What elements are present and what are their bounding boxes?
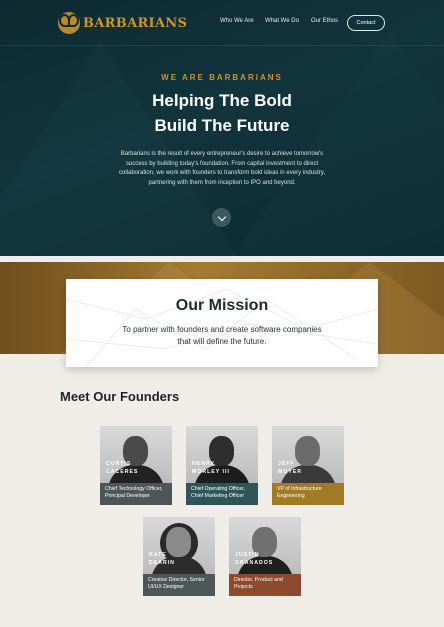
founder-card[interactable]: HENRY MORLEY III Chief Operating Officer,… xyxy=(186,426,258,505)
scroll-down-button[interactable] xyxy=(212,208,231,227)
founder-role: Chief Technology Officer, Principal Deve… xyxy=(100,483,172,505)
hero-lead-text: Barbarians is the result of every entrep… xyxy=(119,151,325,186)
founder-name: JEFF MOYER xyxy=(278,461,303,475)
founder-card[interactable]: CURTIS CACERES Chief Technology Officer, … xyxy=(100,426,172,505)
founder-photo: KATE DEARIN xyxy=(143,517,215,574)
hero-section: BARBARIANS Who We Are What We Do Our Eth… xyxy=(0,0,444,256)
map-pattern-background xyxy=(66,288,378,367)
nav-link-our-ethos[interactable]: Our Ethos xyxy=(311,18,338,24)
founder-name: KATE DEARIN xyxy=(149,552,175,566)
nav-link-what-we-do[interactable]: What We Do xyxy=(265,18,299,24)
founders-title-plain: Meet Our xyxy=(60,389,120,404)
founder-role: VP of Infrastructure Engineering xyxy=(272,483,344,505)
mission-title: Our Mission xyxy=(66,297,378,315)
founder-name: JUSTIN GRANADOS xyxy=(235,552,274,566)
brand-name: BARBARIANS xyxy=(83,15,188,31)
founder-photo: HENRY MORLEY III xyxy=(186,426,258,483)
hero-headline-line2: Build The Future xyxy=(154,116,290,135)
hero-eyebrow: WE ARE BARBARIANS xyxy=(161,73,283,82)
hero-headline-line1: Helping The Bold xyxy=(152,91,292,110)
mission-title-bold: Mission xyxy=(208,297,269,314)
founder-photo: JUSTIN GRANADOS xyxy=(229,517,301,574)
ram-logo-icon xyxy=(58,12,80,34)
hero-decor-triangle xyxy=(230,30,444,256)
nav-link-who-we-are[interactable]: Who We Are xyxy=(220,18,254,24)
founder-card[interactable]: JEFF MOYER VP of Infrastructure Engineeri… xyxy=(272,426,344,505)
top-nav: BARBARIANS Who We Are What We Do Our Eth… xyxy=(0,0,444,46)
founder-card[interactable]: JUSTIN GRANADOS Director, Product and Pro… xyxy=(229,517,301,596)
founder-name: CURTIS CACERES xyxy=(106,461,139,475)
mission-text: To partner with founders and create soft… xyxy=(122,325,322,346)
founder-name: HENRY MORLEY III xyxy=(192,461,230,475)
founder-role: Director, Product and Projects xyxy=(229,574,301,596)
founders-title: Meet Our Founders xyxy=(60,389,179,404)
founder-photo: JEFF MOYER xyxy=(272,426,344,483)
founder-role: Creative Director, Senior UI/UX Designer xyxy=(143,574,215,596)
hero-headline: Helping The Bold Build The Future xyxy=(0,88,444,138)
brand-logo[interactable]: BARBARIANS xyxy=(58,12,187,34)
founders-title-bold: Founders xyxy=(119,389,180,404)
mission-title-plain: Our xyxy=(175,297,209,314)
founder-photo: CURTIS CACERES xyxy=(100,426,172,483)
founder-card[interactable]: KATE DEARIN Creative Director, Senior UI/… xyxy=(143,517,215,596)
mission-card: Our Mission To partner with founders and… xyxy=(66,279,378,367)
contact-button[interactable]: Contact xyxy=(347,15,385,31)
founder-role: Chief Operating Officer, Chief Marketing… xyxy=(186,483,258,505)
